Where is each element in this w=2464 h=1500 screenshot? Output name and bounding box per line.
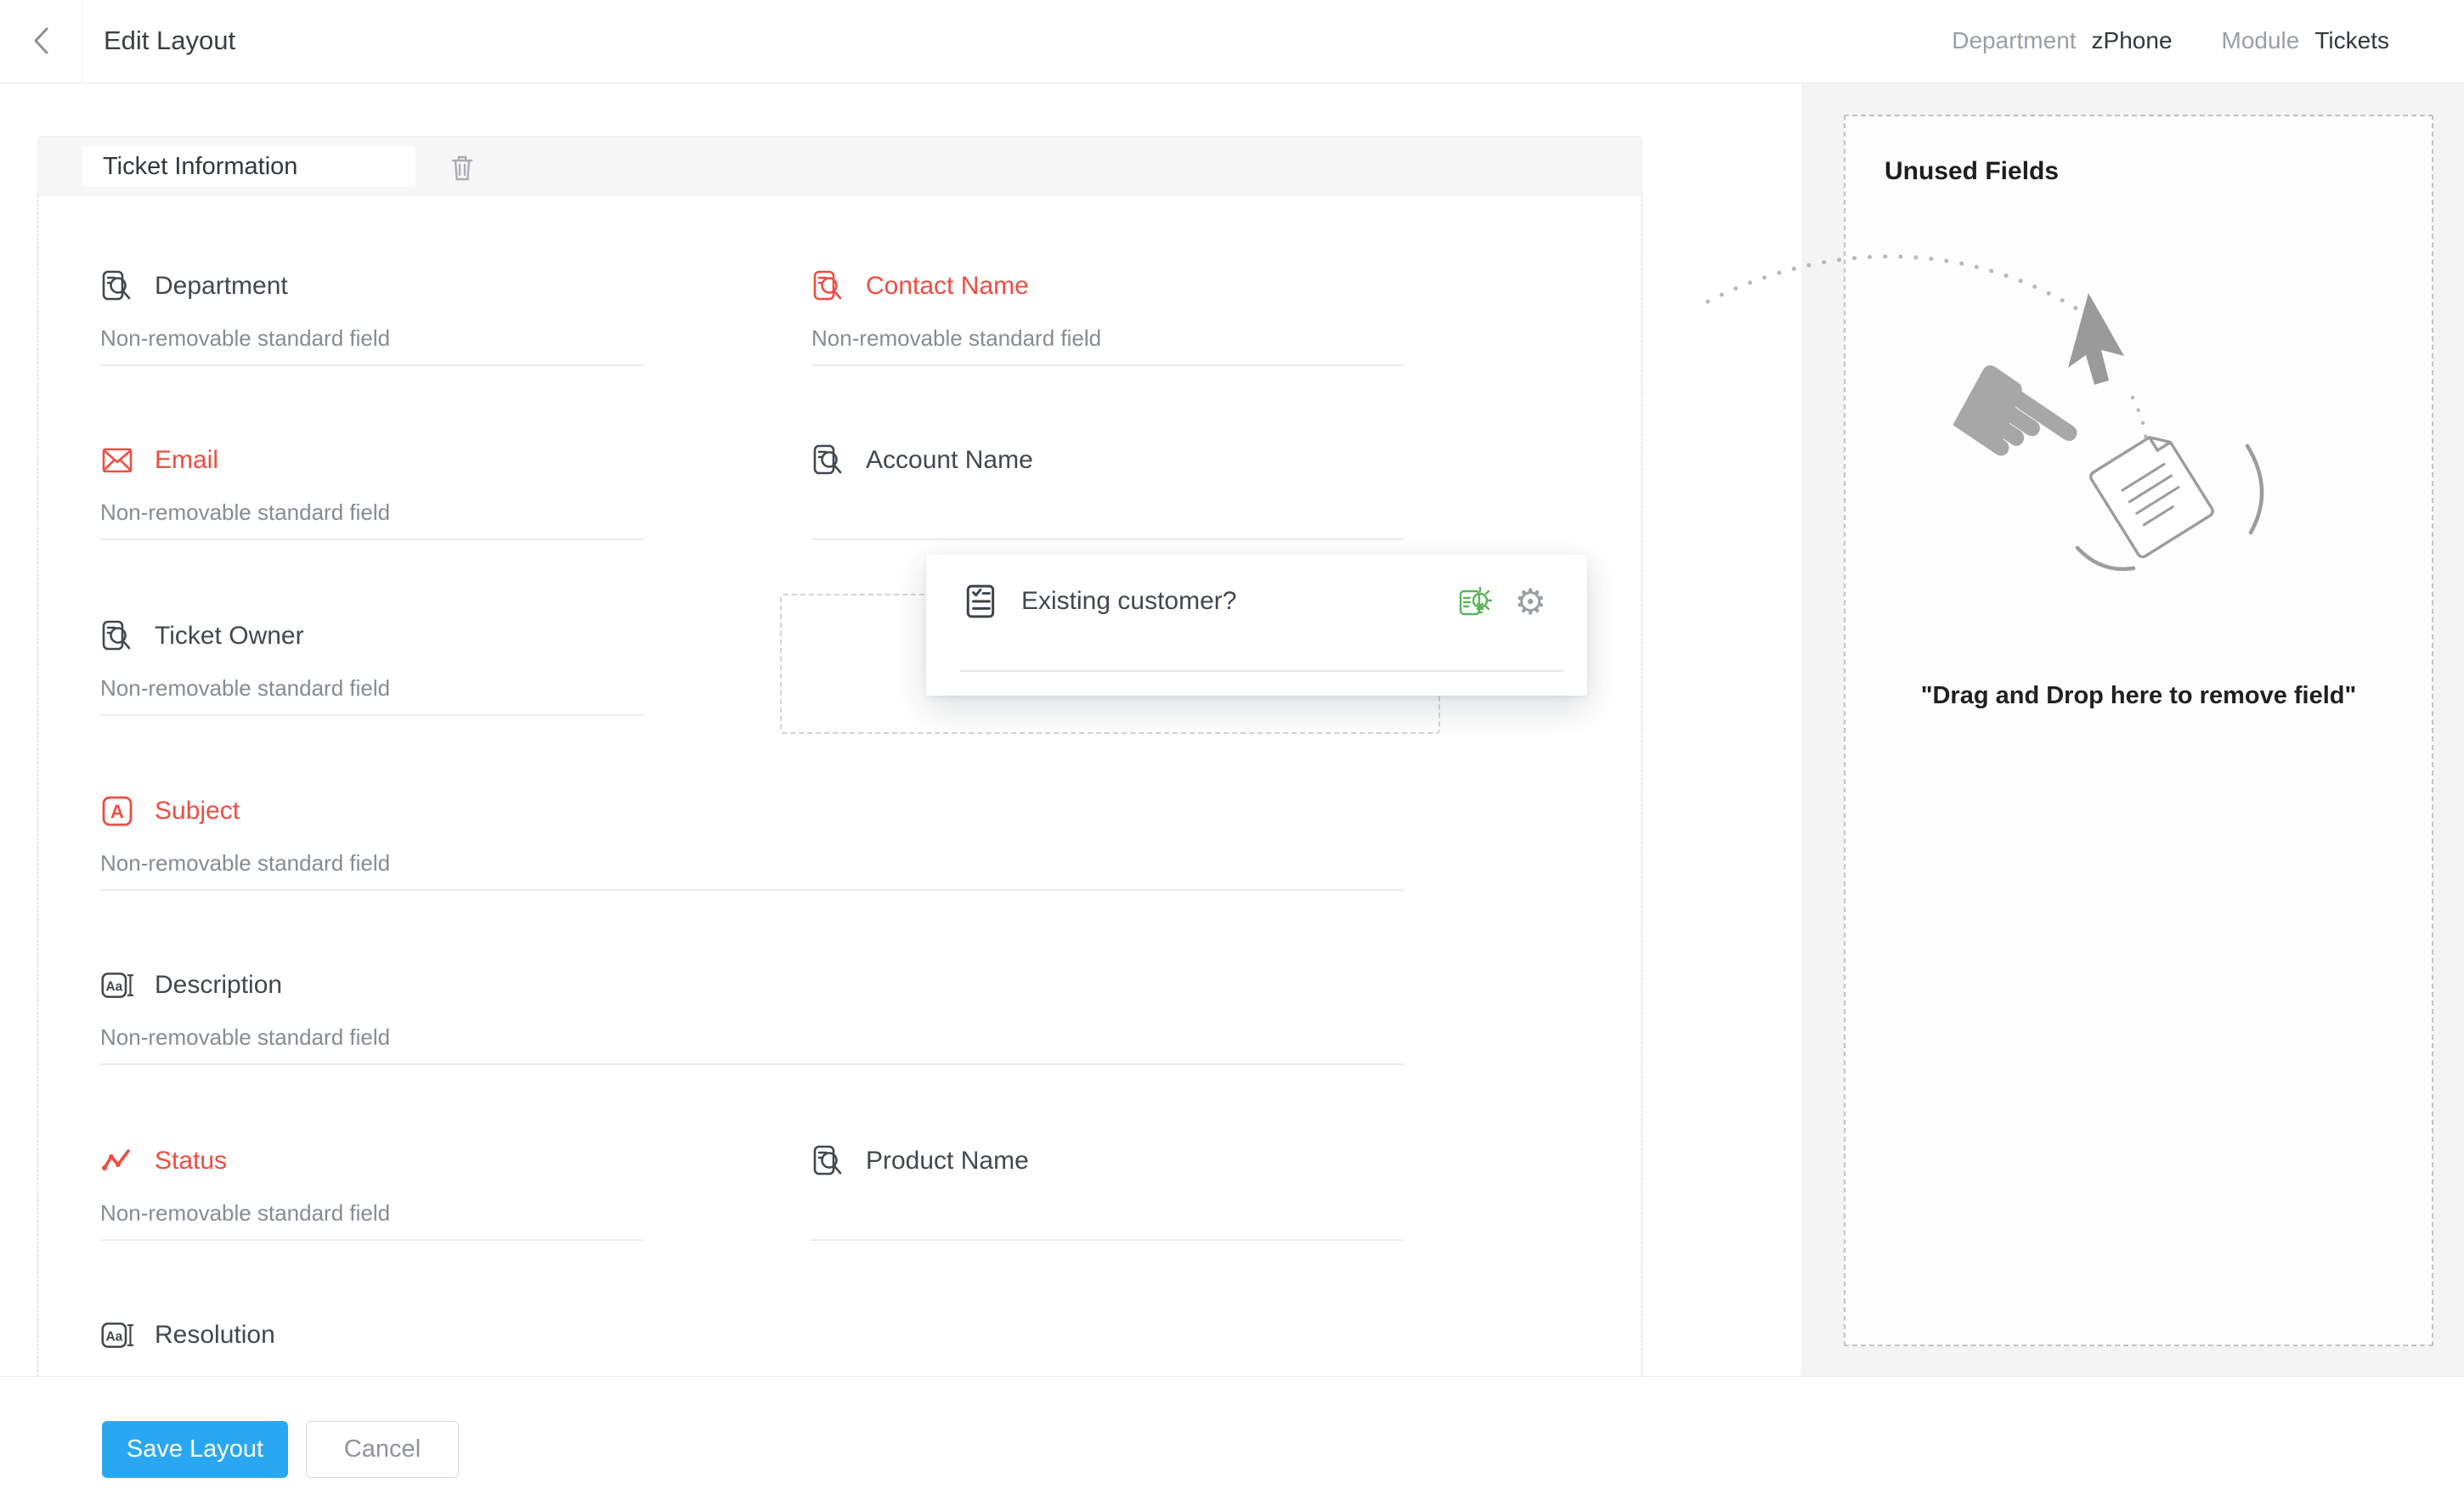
module-label: Module: [2222, 27, 2300, 54]
field-department[interactable]: Department Non-removable standard field: [100, 266, 644, 366]
field-underline: [100, 714, 644, 716]
email-icon: [100, 443, 134, 477]
field-helper: Non-removable standard field: [100, 1200, 644, 1227]
field-underline: [100, 364, 644, 366]
text-icon: Aa: [100, 968, 134, 1002]
footer-bar: Save Layout Cancel: [0, 1376, 2464, 1500]
field-helper: Non-removable standard field: [100, 1024, 1404, 1052]
field-label: Email: [155, 446, 218, 475]
field-label: Product Name: [866, 1147, 1029, 1176]
section-name-input[interactable]: [82, 146, 415, 187]
field-underline: [811, 364, 1404, 366]
field-underline: [100, 1063, 1404, 1065]
dragged-field-label: Existing customer?: [1021, 587, 1236, 616]
unused-fields-dropzone[interactable]: Unused Fields "Drag and Drop here to rem…: [1844, 115, 2433, 1346]
field-underline: [100, 1239, 644, 1241]
field-helper: [811, 1200, 1404, 1227]
trash-icon: [449, 154, 476, 183]
field-helper: Non-removable standard field: [100, 499, 644, 527]
field-account-name[interactable]: Account Name: [811, 440, 1404, 540]
lookup-icon: [811, 269, 845, 303]
lookup-icon: [100, 619, 134, 653]
department-value[interactable]: zPhone: [2092, 27, 2173, 54]
page-title: Edit Layout: [104, 0, 235, 82]
back-chevron-icon: [30, 24, 52, 58]
field-email[interactable]: Email Non-removable standard field: [100, 440, 644, 540]
checklist-icon: [964, 584, 999, 619]
back-button[interactable]: [0, 0, 82, 82]
section-header: [37, 136, 1642, 195]
field-label: Status: [155, 1147, 227, 1176]
field-label: Ticket Owner: [155, 622, 304, 651]
layout-editor-canvas: Department Non-removable standard field …: [0, 82, 2464, 1376]
field-underline: [100, 889, 1404, 891]
field-underline: [100, 539, 644, 540]
unused-fields-hint: "Drag and Drop here to remove field": [1845, 682, 2432, 710]
unused-fields-title: Unused Fields: [1885, 157, 2059, 186]
suggestion-icon[interactable]: [1458, 584, 1495, 621]
svg-text:A: A: [110, 801, 124, 822]
lookup-icon: [100, 269, 134, 303]
field-label: Resolution: [155, 1321, 275, 1350]
lookup-icon: [811, 443, 845, 477]
dragged-field-underline: [960, 670, 1563, 672]
field-label: Description: [155, 971, 282, 1000]
context-meta: Department zPhone Module Tickets: [1952, 0, 2389, 82]
text-icon: Aa: [100, 1318, 134, 1352]
field-helper: Non-removable standard field: [100, 675, 644, 702]
cancel-button[interactable]: Cancel: [306, 1421, 459, 1478]
field-helper: Non-removable standard field: [100, 850, 1404, 877]
field-subject[interactable]: A Subject Non-removable standard field: [100, 791, 1404, 891]
field-product-name[interactable]: Product Name: [811, 1141, 1404, 1241]
field-contact-name[interactable]: Contact Name Non-removable standard fiel…: [811, 266, 1404, 366]
save-layout-button[interactable]: Save Layout: [102, 1421, 288, 1478]
svg-text:Aa: Aa: [105, 1329, 122, 1344]
field-underline: [811, 1239, 1404, 1241]
field-helper: [811, 499, 1404, 527]
trend-icon: [100, 1144, 134, 1178]
department-label: Department: [1952, 27, 2076, 54]
field-description[interactable]: Aa Description Non-removable standard fi…: [100, 965, 1404, 1065]
delete-section-button[interactable]: [444, 149, 481, 187]
module-value[interactable]: Tickets: [2314, 27, 2389, 54]
field-ticket-owner[interactable]: Ticket Owner Non-removable standard fiel…: [100, 616, 644, 716]
field-helper: Non-removable standard field: [100, 325, 644, 352]
field-label: Contact Name: [866, 272, 1029, 301]
lookup-icon: [811, 1144, 845, 1178]
field-underline: [811, 539, 1404, 540]
field-label: Department: [155, 272, 288, 301]
field-label: Account Name: [866, 446, 1033, 475]
letter-a-icon: A: [100, 794, 134, 828]
gear-icon[interactable]: ⚙: [1514, 584, 1546, 621]
field-status[interactable]: Status Non-removable standard field: [100, 1141, 644, 1241]
svg-text:Aa: Aa: [105, 979, 122, 994]
field-label: Subject: [155, 797, 240, 826]
field-helper: Non-removable standard field: [811, 325, 1404, 352]
field-resolution[interactable]: Aa Resolution: [100, 1315, 644, 1376]
top-bar: Edit Layout Department zPhone Module Tic…: [0, 0, 2464, 83]
dragged-field-existing-customer[interactable]: Existing customer? ⚙: [926, 555, 1587, 696]
